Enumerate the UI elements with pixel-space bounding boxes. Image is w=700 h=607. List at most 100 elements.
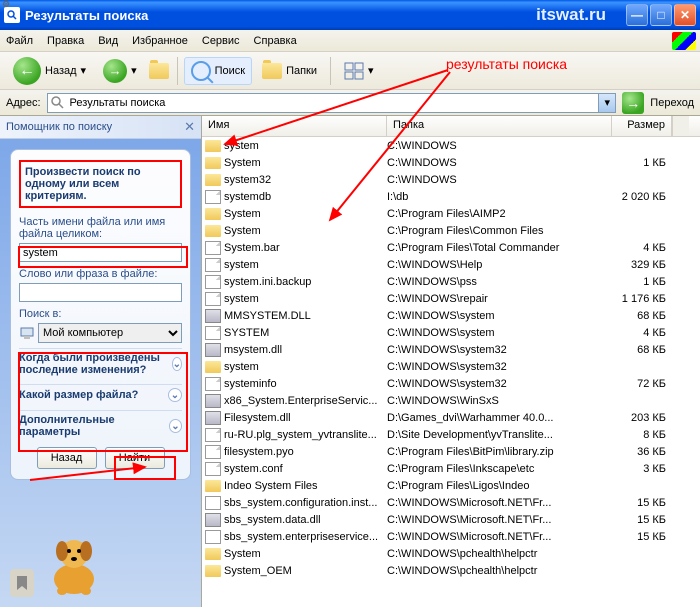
search-label: Поиск [215,65,245,77]
sidebar-title: Помощник по поиску [6,121,112,133]
views-button[interactable]: ▾ [337,58,381,84]
item-path: C:\WINDOWS\system [387,327,612,339]
list-item[interactable]: systemC:\WINDOWS\system32 [202,358,700,375]
menu-edit[interactable]: Правка [47,35,84,47]
menu-tools[interactable]: Сервис [202,35,240,47]
menu-favorites[interactable]: Избранное [132,35,188,47]
item-path: C:\WINDOWS\repair [387,293,612,305]
config-icon [205,496,221,510]
maximize-button[interactable]: □ [650,4,672,26]
file-icon [205,462,221,476]
item-path: C:\WINDOWS\Microsoft.NET\Fr... [387,497,612,509]
sidebar-close-icon[interactable]: ✕ [184,119,195,135]
list-item[interactable]: SystemC:\WINDOWS1 КБ [202,154,700,171]
column-size[interactable]: Размер [612,116,672,136]
go-button[interactable]: → [622,92,644,114]
menu-help[interactable]: Справка [254,35,297,47]
views-icon [344,62,364,80]
folders-button[interactable]: Папки [255,59,324,83]
item-path: C:\Program Files\Common Files [387,225,612,237]
address-input[interactable] [47,93,617,113]
close-button[interactable]: ✕ [674,4,696,26]
back-button[interactable]: ← Назад ▾ [6,53,93,89]
item-path: C:\WINDOWS\system [387,310,612,322]
list-item[interactable]: systemdbI:\db2 020 КБ [202,188,700,205]
menu-view[interactable]: Вид [98,35,118,47]
expander-label: Дополнительные параметры [19,414,169,438]
item-name: System [224,225,261,237]
list-item[interactable]: systeminfoC:\WINDOWS\system3272 КБ [202,375,700,392]
results-list[interactable]: systemC:\WINDOWSSystemC:\WINDOWS1 КБsyst… [202,137,700,607]
list-item[interactable]: Filesystem.dllD:\Games_dvi\Warhammer 40.… [202,409,700,426]
expander-when-modified[interactable]: Когда были произведены последние изменен… [19,348,182,379]
folder-icon [205,174,221,186]
column-path[interactable]: Папка [387,116,612,136]
list-item[interactable]: systemC:\WINDOWS\Help329 КБ [202,256,700,273]
dll-icon [205,411,221,425]
dll-icon [205,513,221,527]
list-item[interactable]: system.confC:\Program Files\Inkscape\etc… [202,460,700,477]
back-arrow-icon: ← [13,57,41,85]
item-path: C:\Program Files\Total Commander [387,242,612,254]
list-item[interactable]: System_OEMC:\WINDOWS\pchealth\helpctr [202,562,700,579]
list-item[interactable]: system32C:\WINDOWS [202,171,700,188]
list-item[interactable]: system.ini.backupC:\WINDOWS\pss1 КБ [202,273,700,290]
bookmark-icon[interactable] [10,569,34,597]
list-item[interactable]: sbs_system.enterpriseservice...C:\WINDOW… [202,528,700,545]
forward-button[interactable]: → ▾ [96,55,144,87]
item-path: C:\WINDOWS [387,157,612,169]
search-results-icon [50,95,66,111]
chevron-down-icon: ▾ [81,64,87,77]
item-size: 4 КБ [612,242,672,254]
list-item[interactable]: SystemC:\WINDOWS\pchealth\helpctr [202,545,700,562]
item-name: system [224,293,259,305]
minimize-button[interactable]: — [626,4,648,26]
search-button[interactable]: Поиск [184,57,252,85]
chevron-down-icon: ▾ [131,64,137,77]
search-criteria-panel: Произвести поиск по одному или всем крит… [10,149,191,480]
phrase-label: Слово или фраза в файле: [19,268,182,280]
list-item[interactable]: sbs_system.configuration.inst...C:\WINDO… [202,494,700,511]
lookin-label: Поиск в: [19,308,182,320]
list-item[interactable]: systemC:\WINDOWS [202,137,700,154]
dll-icon [205,394,221,408]
phrase-input[interactable] [19,283,182,302]
back-button[interactable]: Назад [37,447,97,469]
list-item[interactable]: Indeo System FilesC:\Program Files\Ligos… [202,477,700,494]
item-name: Filesystem.dll [224,412,291,424]
item-size: 15 КБ [612,531,672,543]
list-item[interactable]: x86_System.EnterpriseServic...C:\WINDOWS… [202,392,700,409]
list-item[interactable]: sbs_system.data.dllC:\WINDOWS\Microsoft.… [202,511,700,528]
list-item[interactable]: SYSTEMC:\WINDOWS\system4 КБ [202,324,700,341]
expander-more-options[interactable]: Дополнительные параметры⌄ [19,410,182,441]
lookin-select[interactable]: Мой компьютер [38,323,182,343]
dll-icon [205,309,221,323]
folder-icon [205,548,221,560]
folder-icon [205,480,221,492]
item-name: ru-RU.plg_system_yvtranslite... [224,429,377,441]
list-item[interactable]: msystem.dllC:\WINDOWS\system3268 КБ [202,341,700,358]
item-name: System [224,548,261,560]
item-path: C:\WINDOWS\pss [387,276,612,288]
address-dropdown[interactable]: ▾ [598,94,615,112]
list-item[interactable]: ru-RU.plg_system_yvtranslite...D:\Site D… [202,426,700,443]
list-item[interactable]: MMSYSTEM.DLLC:\WINDOWS\system68 КБ [202,307,700,324]
column-name[interactable]: Имя [202,116,387,136]
item-name: System [224,157,261,169]
menu-file[interactable]: Файл [6,35,33,47]
chevron-down-icon: ⌄ [169,419,182,433]
up-button[interactable] [147,59,171,83]
list-item[interactable]: systemC:\WINDOWS\repair1 176 КБ [202,290,700,307]
item-path: C:\WINDOWS\Microsoft.NET\Fr... [387,531,612,543]
expander-file-size[interactable]: Какой размер файла?⌄ [19,384,182,405]
find-button[interactable]: Найти [105,447,165,469]
list-item[interactable]: SystemC:\Program Files\AIMP2 [202,205,700,222]
list-item[interactable]: filesystem.pyoC:\Program Files\BitPim\li… [202,443,700,460]
folders-label: Папки [286,65,317,77]
item-name: filesystem.pyo [224,446,294,458]
filename-input[interactable] [19,243,182,262]
list-item[interactable]: System C:\Program Files\Common Files [202,222,700,239]
dll-icon [205,343,221,357]
item-size: 2 020 КБ [612,191,672,203]
list-item[interactable]: System.barC:\Program Files\Total Command… [202,239,700,256]
